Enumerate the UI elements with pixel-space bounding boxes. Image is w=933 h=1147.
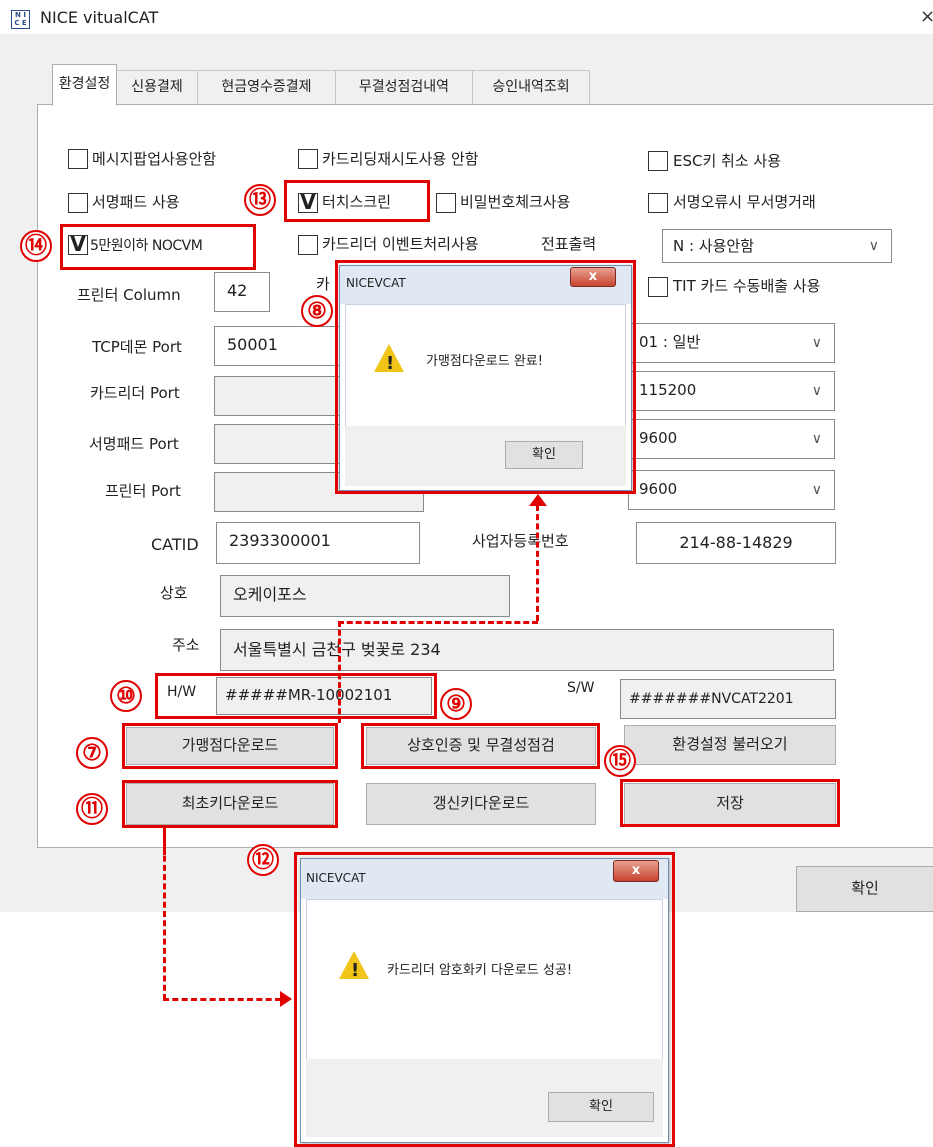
highlight-merchant-dialog bbox=[335, 260, 636, 494]
marker-9: ⑨ bbox=[440, 688, 472, 720]
signpad-baud-select[interactable]: 9600 ∨ bbox=[628, 419, 835, 459]
connector-key-horizontal-line bbox=[163, 998, 281, 1001]
marker-14: ⑭ bbox=[20, 230, 52, 262]
sw-input[interactable]: #######NVCAT2201 bbox=[620, 679, 836, 719]
tab-cash-receipt[interactable]: 현금영수증결제 bbox=[197, 70, 336, 104]
bizno-label: 사업자등록번호 bbox=[472, 532, 569, 550]
address-input[interactable]: 서울특별시 금천구 벚꽃로 234 bbox=[220, 629, 834, 671]
close-icon[interactable]: × bbox=[920, 6, 933, 27]
sign-error-nosign-checkbox[interactable] bbox=[648, 193, 668, 213]
chevron-down-icon: ∨ bbox=[811, 482, 822, 498]
shop-name-label: 상호 bbox=[160, 584, 188, 602]
chevron-down-icon: ∨ bbox=[811, 383, 822, 399]
hidden-label-fragment: 카 bbox=[316, 275, 330, 293]
tab-approval-history[interactable]: 승인내역조회 bbox=[472, 70, 590, 104]
window-title: NICE vitualCAT bbox=[40, 8, 159, 27]
arrow-right-icon bbox=[280, 991, 292, 1007]
cardreader-baud-select[interactable]: 115200 ∨ bbox=[628, 371, 835, 411]
marker-11: ⑪ bbox=[76, 793, 108, 825]
tit-manual-checkbox[interactable] bbox=[648, 277, 668, 297]
esc-cancel-checkbox[interactable] bbox=[648, 151, 668, 171]
renew-key-button[interactable]: 갱신키다운로드 bbox=[366, 783, 596, 825]
printer-column-input[interactable]: 42 bbox=[214, 272, 270, 312]
tit-manual-label: TIT 카드 수동배출 사용 bbox=[673, 277, 821, 295]
esc-cancel-label: ESC키 취소 사용 bbox=[673, 152, 782, 170]
sw-label: S/W bbox=[567, 680, 595, 696]
app-icon: N IC E bbox=[11, 10, 30, 29]
arrow-up-icon bbox=[529, 494, 547, 506]
signpad-port-label: 서명패드 Port bbox=[89, 435, 179, 453]
sign-error-nosign-label: 서명오류시 무서명거래 bbox=[673, 193, 816, 211]
catid-input[interactable]: 2393300001 bbox=[216, 522, 420, 564]
highlight-initial-key bbox=[122, 780, 338, 828]
card-retry-off-checkbox[interactable] bbox=[298, 149, 318, 169]
tab-settings[interactable]: 환경설정 bbox=[52, 64, 117, 106]
highlight-nocvm bbox=[60, 224, 256, 270]
card-retry-off-label: 카드리딩재시도사용 안함 bbox=[322, 150, 479, 168]
connector-merchant-down bbox=[338, 621, 341, 723]
sign-pad-checkbox[interactable] bbox=[68, 193, 88, 213]
cardreader-baud-value: 115200 bbox=[639, 381, 697, 399]
catid-label: CATID bbox=[151, 535, 199, 554]
tab-credit-payment[interactable]: 신용결제 bbox=[116, 70, 198, 104]
cardreader-port-label: 카드리더 Port bbox=[90, 384, 180, 402]
marker-12: ⑫ bbox=[247, 844, 279, 876]
receipt-print-value: N : 사용안함 bbox=[673, 237, 755, 255]
marker-7: ⑦ bbox=[76, 737, 108, 769]
marker-10: ⑩ bbox=[110, 680, 142, 712]
connector-key-vertical-line bbox=[163, 828, 166, 1000]
signpad-baud-value: 9600 bbox=[639, 429, 678, 447]
printer-port-label: 프린터 Port bbox=[105, 482, 181, 500]
highlight-mutual-auth bbox=[361, 723, 600, 769]
load-settings-button[interactable]: 환경설정 불러오기 bbox=[624, 725, 836, 765]
printer-baud-value: 9600 bbox=[639, 480, 678, 498]
popup-off-label: 메시지팝업사용안함 bbox=[92, 150, 217, 168]
chevron-down-icon: ∨ bbox=[811, 335, 822, 351]
cardreader-event-checkbox[interactable] bbox=[298, 235, 318, 255]
marker-13: ⑬ bbox=[244, 184, 276, 216]
popup-off-checkbox[interactable] bbox=[68, 149, 88, 169]
marker-15: ⑮ bbox=[604, 745, 636, 777]
pw-check-checkbox[interactable] bbox=[436, 193, 456, 213]
chevron-down-icon: ∨ bbox=[868, 238, 879, 254]
marker-8: ⑧ bbox=[301, 295, 333, 327]
shop-name-input[interactable]: 오케이포스 bbox=[220, 575, 510, 617]
connector-merchant-up bbox=[536, 505, 539, 621]
tcp-mode-select[interactable]: 01 : 일반 ∨ bbox=[628, 323, 835, 363]
tcp-port-label: TCP데몬 Port bbox=[92, 338, 182, 356]
pw-check-label: 비밀번호체크사용 bbox=[460, 193, 571, 211]
highlight-save bbox=[620, 779, 840, 827]
ok-button[interactable]: 확인 bbox=[796, 866, 933, 912]
cardreader-event-label: 카드리더 이벤트처리사용 bbox=[322, 235, 479, 253]
printer-column-label: 프린터 Column bbox=[77, 286, 181, 304]
chevron-down-icon: ∨ bbox=[811, 431, 822, 447]
sign-pad-label: 서명패드 사용 bbox=[92, 193, 180, 211]
bizno-input[interactable]: 214-88-14829 bbox=[636, 522, 836, 564]
highlight-key-dialog bbox=[294, 852, 675, 1147]
tcp-mode-value: 01 : 일반 bbox=[639, 333, 701, 351]
receipt-print-label: 전표출력 bbox=[541, 235, 597, 253]
printer-baud-select[interactable]: 9600 ∨ bbox=[628, 470, 835, 510]
highlight-hw bbox=[155, 673, 437, 719]
address-label: 주소 bbox=[172, 636, 200, 654]
highlight-merchant-download bbox=[122, 723, 338, 769]
connector-merchant-h bbox=[338, 621, 538, 624]
title-bar: N IC E NICE vitualCAT × bbox=[0, 0, 933, 34]
highlight-touchscreen bbox=[284, 180, 430, 222]
tab-integrity-history[interactable]: 무결성점검내역 bbox=[335, 70, 473, 104]
receipt-print-select[interactable]: N : 사용안함 ∨ bbox=[662, 229, 892, 263]
